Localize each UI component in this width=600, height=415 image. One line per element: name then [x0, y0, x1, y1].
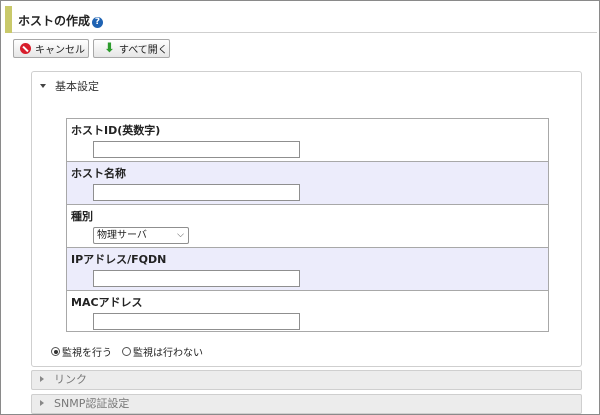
- monitor-on-label: 監視を行う: [62, 348, 112, 359]
- expand-all-button[interactable]: ⬇ すべて開く: [93, 39, 170, 58]
- page-header: ホストの作成?: [5, 6, 597, 33]
- form-row-host-id: ホストID(英数字): [67, 119, 548, 162]
- cancel-button-label: キャンセル: [35, 45, 85, 56]
- form-row-host-type: 種別 物理サーバ ⌵: [67, 205, 548, 248]
- host-type-selected-value: 物理サーバ: [97, 230, 147, 241]
- host-type-label: 種別: [71, 210, 93, 223]
- arrow-down-icon: ⬇: [104, 41, 115, 56]
- mac-address-input[interactable]: [93, 313, 300, 330]
- form-row-ip-address: IPアドレス/FQDN: [67, 248, 548, 291]
- chevron-down-icon: ⌵: [177, 230, 184, 240]
- header-accent-bar: [5, 6, 12, 33]
- collapse-triangle-icon: [40, 84, 46, 88]
- monitor-off-label: 監視は行わない: [133, 348, 203, 359]
- monitor-on-radio[interactable]: 監視を行う: [51, 344, 112, 359]
- host-name-input[interactable]: [93, 184, 300, 201]
- form-row-mac-address: MACアドレス: [67, 291, 548, 334]
- expand-triangle-icon: [40, 376, 44, 382]
- form-row-host-name: ホスト名称: [67, 162, 548, 205]
- section-link-title: リンク: [54, 373, 87, 386]
- ip-address-label: IPアドレス/FQDN: [71, 253, 167, 266]
- radio-checked-icon: [51, 347, 60, 356]
- expand-triangle-icon: [40, 400, 44, 406]
- cancel-button[interactable]: キャンセル: [13, 39, 89, 58]
- monitoring-radio-group: 監視を行う 監視は行わない: [51, 344, 213, 359]
- expand-all-button-label: すべて開く: [118, 45, 168, 56]
- window-frame: ホストの作成? キャンセル ⬇ すべて開く 基本設定 ホストID(英数字) ホス…: [0, 0, 600, 415]
- ip-address-input[interactable]: [93, 270, 300, 287]
- page-title-text: ホストの作成: [18, 14, 91, 28]
- basic-settings-header[interactable]: 基本設定: [40, 78, 99, 94]
- host-name-label: ホスト名称: [71, 167, 126, 180]
- radio-unchecked-icon: [122, 347, 131, 356]
- page-title: ホストの作成?: [18, 12, 104, 29]
- monitor-off-radio[interactable]: 監視は行わない: [122, 344, 203, 359]
- host-form-table: ホストID(英数字) ホスト名称 種別 物理サーバ ⌵ IPアドレス/FQDN …: [66, 118, 549, 332]
- host-id-label: ホストID(英数字): [71, 124, 161, 137]
- host-id-input[interactable]: [93, 141, 300, 158]
- help-icon[interactable]: ?: [92, 17, 104, 28]
- mac-address-label: MACアドレス: [71, 296, 143, 309]
- cancel-icon: [20, 43, 31, 54]
- basic-settings-panel: 基本設定 ホストID(英数字) ホスト名称 種別 物理サーバ ⌵ IPアドレス/…: [31, 71, 582, 367]
- basic-settings-title: 基本設定: [55, 80, 99, 93]
- section-snmp-auth-title: SNMP認証設定: [54, 397, 130, 410]
- section-snmp-auth[interactable]: SNMP認証設定: [31, 394, 582, 414]
- host-type-select[interactable]: 物理サーバ ⌵: [93, 227, 189, 244]
- section-link[interactable]: リンク: [31, 370, 582, 390]
